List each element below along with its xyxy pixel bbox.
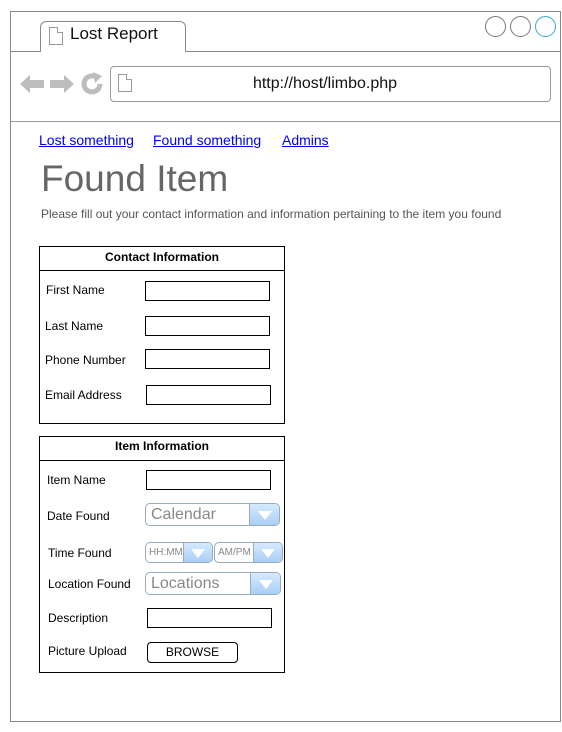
toolbar-divider — [11, 121, 560, 122]
nav-link-found-something[interactable]: Found something — [153, 132, 261, 148]
last-name-input[interactable] — [145, 316, 270, 336]
contact-information-heading: Contact Information — [40, 247, 284, 271]
page-intro: Please fill out your contact information… — [41, 207, 502, 221]
nav-link-lost-something[interactable]: Lost something — [39, 132, 134, 148]
page-title: Found Item — [41, 158, 229, 199]
tab-strip-divider — [11, 51, 41, 52]
last-name-label: Last Name — [45, 319, 104, 333]
chevron-down-icon[interactable] — [253, 543, 282, 562]
date-found-value: Calendar — [151, 506, 216, 523]
chevron-down-icon[interactable] — [250, 573, 280, 594]
time-found-label: Time Found — [48, 546, 112, 560]
browse-button[interactable]: BROWSE — [147, 642, 238, 663]
item-information-heading: Item Information — [40, 437, 284, 461]
email-address-input[interactable] — [146, 385, 271, 405]
tab-title: Lost Report — [70, 24, 158, 43]
phone-number-label: Phone Number — [45, 353, 126, 367]
location-found-value: Locations — [151, 575, 220, 592]
date-found-label: Date Found — [47, 509, 110, 523]
time-ampm-value: AM/PM — [218, 547, 251, 558]
first-name-input[interactable] — [145, 281, 270, 301]
item-name-input[interactable] — [146, 470, 271, 490]
date-found-select[interactable]: Calendar — [145, 503, 280, 526]
description-input[interactable] — [147, 608, 272, 628]
back-arrow-icon[interactable] — [20, 73, 44, 99]
window-button-active[interactable] — [535, 16, 556, 37]
email-address-label: Email Address — [45, 388, 122, 402]
page-icon — [49, 27, 63, 45]
time-ampm-select[interactable]: AM/PM — [214, 542, 283, 563]
location-found-label: Location Found — [48, 577, 131, 591]
time-hhmm-value: HH:MM — [149, 547, 183, 558]
forward-arrow-icon[interactable] — [50, 73, 74, 99]
tab-strip-divider — [185, 51, 560, 52]
chevron-down-icon[interactable] — [249, 504, 279, 525]
location-found-select[interactable]: Locations — [145, 572, 281, 595]
chevron-down-icon[interactable] — [183, 543, 212, 562]
time-hhmm-select[interactable]: HH:MM — [145, 542, 213, 563]
address-url[interactable]: http://host/limbo.php — [110, 74, 540, 94]
description-label: Description — [48, 611, 109, 625]
refresh-icon[interactable] — [80, 72, 104, 100]
window-button[interactable] — [510, 16, 531, 37]
first-name-label: First Name — [46, 283, 105, 297]
nav-link-admins[interactable]: Admins — [282, 132, 329, 148]
picture-upload-label: Picture Upload — [48, 644, 127, 658]
item-name-label: Item Name — [47, 473, 106, 487]
phone-number-input[interactable] — [145, 349, 270, 369]
window-button[interactable] — [485, 16, 506, 37]
